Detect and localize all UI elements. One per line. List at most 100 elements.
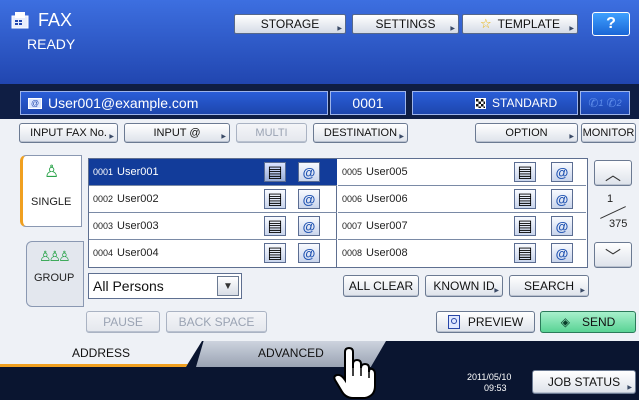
- list-item-0008[interactable]: 0008 User008 ▤ @: [338, 240, 586, 267]
- page-current: 1: [607, 193, 614, 205]
- checker-icon: [475, 97, 486, 109]
- search-label: SEARCH: [523, 279, 574, 293]
- help-icon: ?: [606, 15, 616, 32]
- email-icon: @: [551, 189, 573, 209]
- phone-line-2-num: 2: [616, 98, 622, 108]
- list-item-name: User008: [366, 247, 408, 259]
- pause-button[interactable]: PAUSE: [86, 311, 160, 333]
- multi-label: MULTI: [255, 127, 288, 139]
- template-label: TEMPLATE: [497, 17, 561, 31]
- backspace-label: BACK SPACE: [178, 315, 255, 329]
- email-icon: @: [298, 216, 320, 236]
- search-button[interactable]: SEARCH ▶: [509, 275, 589, 297]
- page-up-button[interactable]: ︿: [594, 160, 632, 186]
- list-item-number: 0006: [342, 194, 363, 204]
- list-item-0002[interactable]: 0002 User002 ▤ @: [89, 186, 337, 213]
- list-item-name: User004: [117, 247, 159, 259]
- list-item-0001[interactable]: 0001 User001 ▤ @: [89, 159, 337, 186]
- known-id-button[interactable]: KNOWN ID ▶: [425, 275, 503, 297]
- monitor-button[interactable]: MONITOR: [581, 123, 636, 143]
- address-column-left: 0001 User001 ▤ @ 0002 User002 ▤ @ 0003 User…: [89, 159, 337, 267]
- recipient-count: 0001: [330, 91, 406, 115]
- magnifier-icon: [450, 318, 457, 324]
- email-icon: @: [551, 216, 573, 236]
- fax-app-icon: [10, 10, 30, 30]
- all-clear-button[interactable]: ALL CLEAR: [343, 275, 419, 297]
- list-item-number: 0007: [342, 221, 363, 231]
- pause-label: PAUSE: [103, 315, 143, 329]
- job-status-label: JOB STATUS: [547, 375, 621, 389]
- monitor-label: MONITOR: [582, 127, 635, 139]
- fax-icon: ▤: [514, 243, 536, 263]
- email-icon: @: [298, 243, 320, 263]
- list-item-number: 0005: [342, 167, 363, 177]
- filter-select-value: All Persons: [93, 278, 164, 294]
- tab-address[interactable]: ADDRESS: [0, 341, 202, 367]
- dropdown-arrow-icon: ▼: [217, 276, 239, 296]
- destination-label: DESTINATION: [323, 127, 398, 139]
- footer-date: 2011/05/10: [467, 372, 512, 382]
- tab-single[interactable]: ♙ SINGLE: [20, 155, 82, 227]
- fax-icon: ▤: [264, 189, 286, 209]
- send-label: SEND: [581, 315, 616, 329]
- destination-button[interactable]: DESTINATION ▶: [313, 123, 408, 143]
- storage-button[interactable]: STORAGE ▶: [234, 14, 346, 34]
- chevron-down-icon: ﹀: [604, 249, 621, 266]
- list-item-0004[interactable]: 0004 User004 ▤ @: [89, 240, 337, 267]
- fax-icon: ▤: [264, 162, 286, 182]
- option-label: OPTION: [505, 127, 548, 139]
- list-item-number: 0004: [93, 248, 114, 258]
- quality-label: STANDARD: [492, 96, 558, 110]
- phone-line-2-icon: ✆: [606, 96, 617, 110]
- list-item-0005[interactable]: 0005 User005 ▤ @: [338, 159, 586, 186]
- fax-icon: ▤: [514, 216, 536, 236]
- list-item-number: 0003: [93, 221, 114, 231]
- address-list: 0001 User001 ▤ @ 0002 User002 ▤ @ 0003 User…: [88, 158, 588, 268]
- help-button[interactable]: ?: [592, 12, 630, 36]
- phone-line-1-num: 1: [598, 98, 604, 108]
- job-status-button[interactable]: JOB STATUS ▶: [532, 370, 636, 394]
- backspace-button[interactable]: BACK SPACE: [166, 311, 267, 333]
- list-item-name: User005: [366, 166, 408, 178]
- list-item-0003[interactable]: 0003 User003 ▤ @: [89, 213, 337, 240]
- all-clear-label: ALL CLEAR: [348, 279, 414, 293]
- list-item-name: User006: [366, 193, 408, 205]
- recipient-email-field[interactable]: @ User001@example.com: [20, 91, 328, 115]
- template-button[interactable]: ☆ TEMPLATE ▶: [462, 14, 578, 34]
- list-item-number: 0008: [342, 248, 363, 258]
- fax-icon: ▤: [514, 189, 536, 209]
- input-email-button[interactable]: INPUT @ ▶: [124, 123, 230, 143]
- quality-indicator: STANDARD: [412, 91, 578, 115]
- status-text: READY: [27, 36, 76, 52]
- preview-button[interactable]: PREVIEW: [436, 311, 535, 333]
- known-id-label: KNOWN ID: [433, 279, 495, 293]
- filter-select[interactable]: All Persons ▼: [88, 273, 242, 299]
- fax-icon: ▤: [264, 243, 286, 263]
- list-item-0006[interactable]: 0006 User006 ▤ @: [338, 186, 586, 213]
- line-indicator: ✆ 1 ✆ 2: [580, 91, 630, 115]
- tab-address-label: ADDRESS: [72, 346, 131, 360]
- settings-button[interactable]: SETTINGS ▶: [352, 14, 459, 34]
- tab-group[interactable]: ♙♙♙ GROUP: [26, 241, 84, 307]
- recipient-count-value: 0001: [352, 95, 384, 111]
- page-indicator: 1 375: [594, 190, 632, 238]
- email-icon: @: [551, 162, 573, 182]
- address-column-right: 0005 User005 ▤ @ 0006 User006 ▤ @ 0007 User…: [338, 159, 587, 267]
- page-down-button[interactable]: ﹀: [594, 242, 632, 268]
- preview-icon: [447, 315, 460, 329]
- person-icon: ♙: [44, 162, 60, 181]
- multi-button[interactable]: MULTI: [236, 123, 307, 143]
- page-title: FAX: [38, 10, 73, 30]
- email-icon: @: [28, 97, 42, 109]
- chevron-up-icon: ︿: [604, 167, 621, 184]
- tab-advanced-label: ADVANCED: [258, 346, 324, 360]
- input-fax-number-button[interactable]: INPUT FAX No. ▶: [19, 123, 118, 143]
- fax-icon: ▤: [264, 216, 286, 236]
- settings-label: SETTINGS: [375, 17, 436, 31]
- page-divider: [600, 206, 626, 219]
- option-button[interactable]: OPTION ▶: [475, 123, 578, 143]
- send-button[interactable]: ◈ SEND: [540, 311, 636, 333]
- footer-time: 09:53: [484, 383, 507, 393]
- list-item-number: 0001: [93, 167, 114, 177]
- list-item-0007[interactable]: 0007 User007 ▤ @: [338, 213, 586, 240]
